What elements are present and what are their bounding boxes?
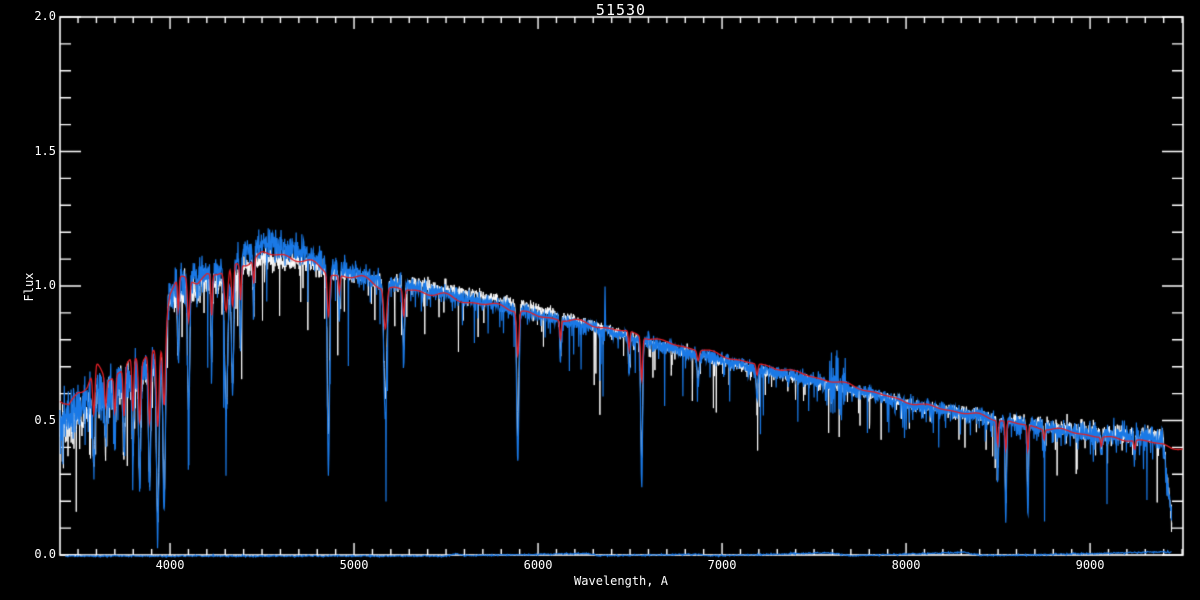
x-tick-label: 9000 xyxy=(1075,558,1105,572)
x-axis-title: Wavelength, A xyxy=(574,574,668,588)
chart-title: 51530 xyxy=(595,1,647,19)
y-tick-label: 0.0 xyxy=(34,547,56,561)
y-tick-label: 2.0 xyxy=(34,9,56,23)
y-tick-label: 1.5 xyxy=(34,143,56,158)
x-tick-label: 5000 xyxy=(339,558,369,572)
y-tick-label: 1.0 xyxy=(34,278,56,292)
x-tick-label: 4000 xyxy=(155,558,185,572)
x-tick-label: 6000 xyxy=(523,558,553,572)
y-tick-label: 0.5 xyxy=(34,412,56,427)
spectrum-figure: 51530 Wavelength, A Flux 4000 5000 6000 700… xyxy=(0,0,1200,600)
spectrum-plot-canvas xyxy=(0,0,1200,600)
x-tick-label: 7000 xyxy=(707,558,737,572)
x-tick-label: 8000 xyxy=(891,558,921,572)
